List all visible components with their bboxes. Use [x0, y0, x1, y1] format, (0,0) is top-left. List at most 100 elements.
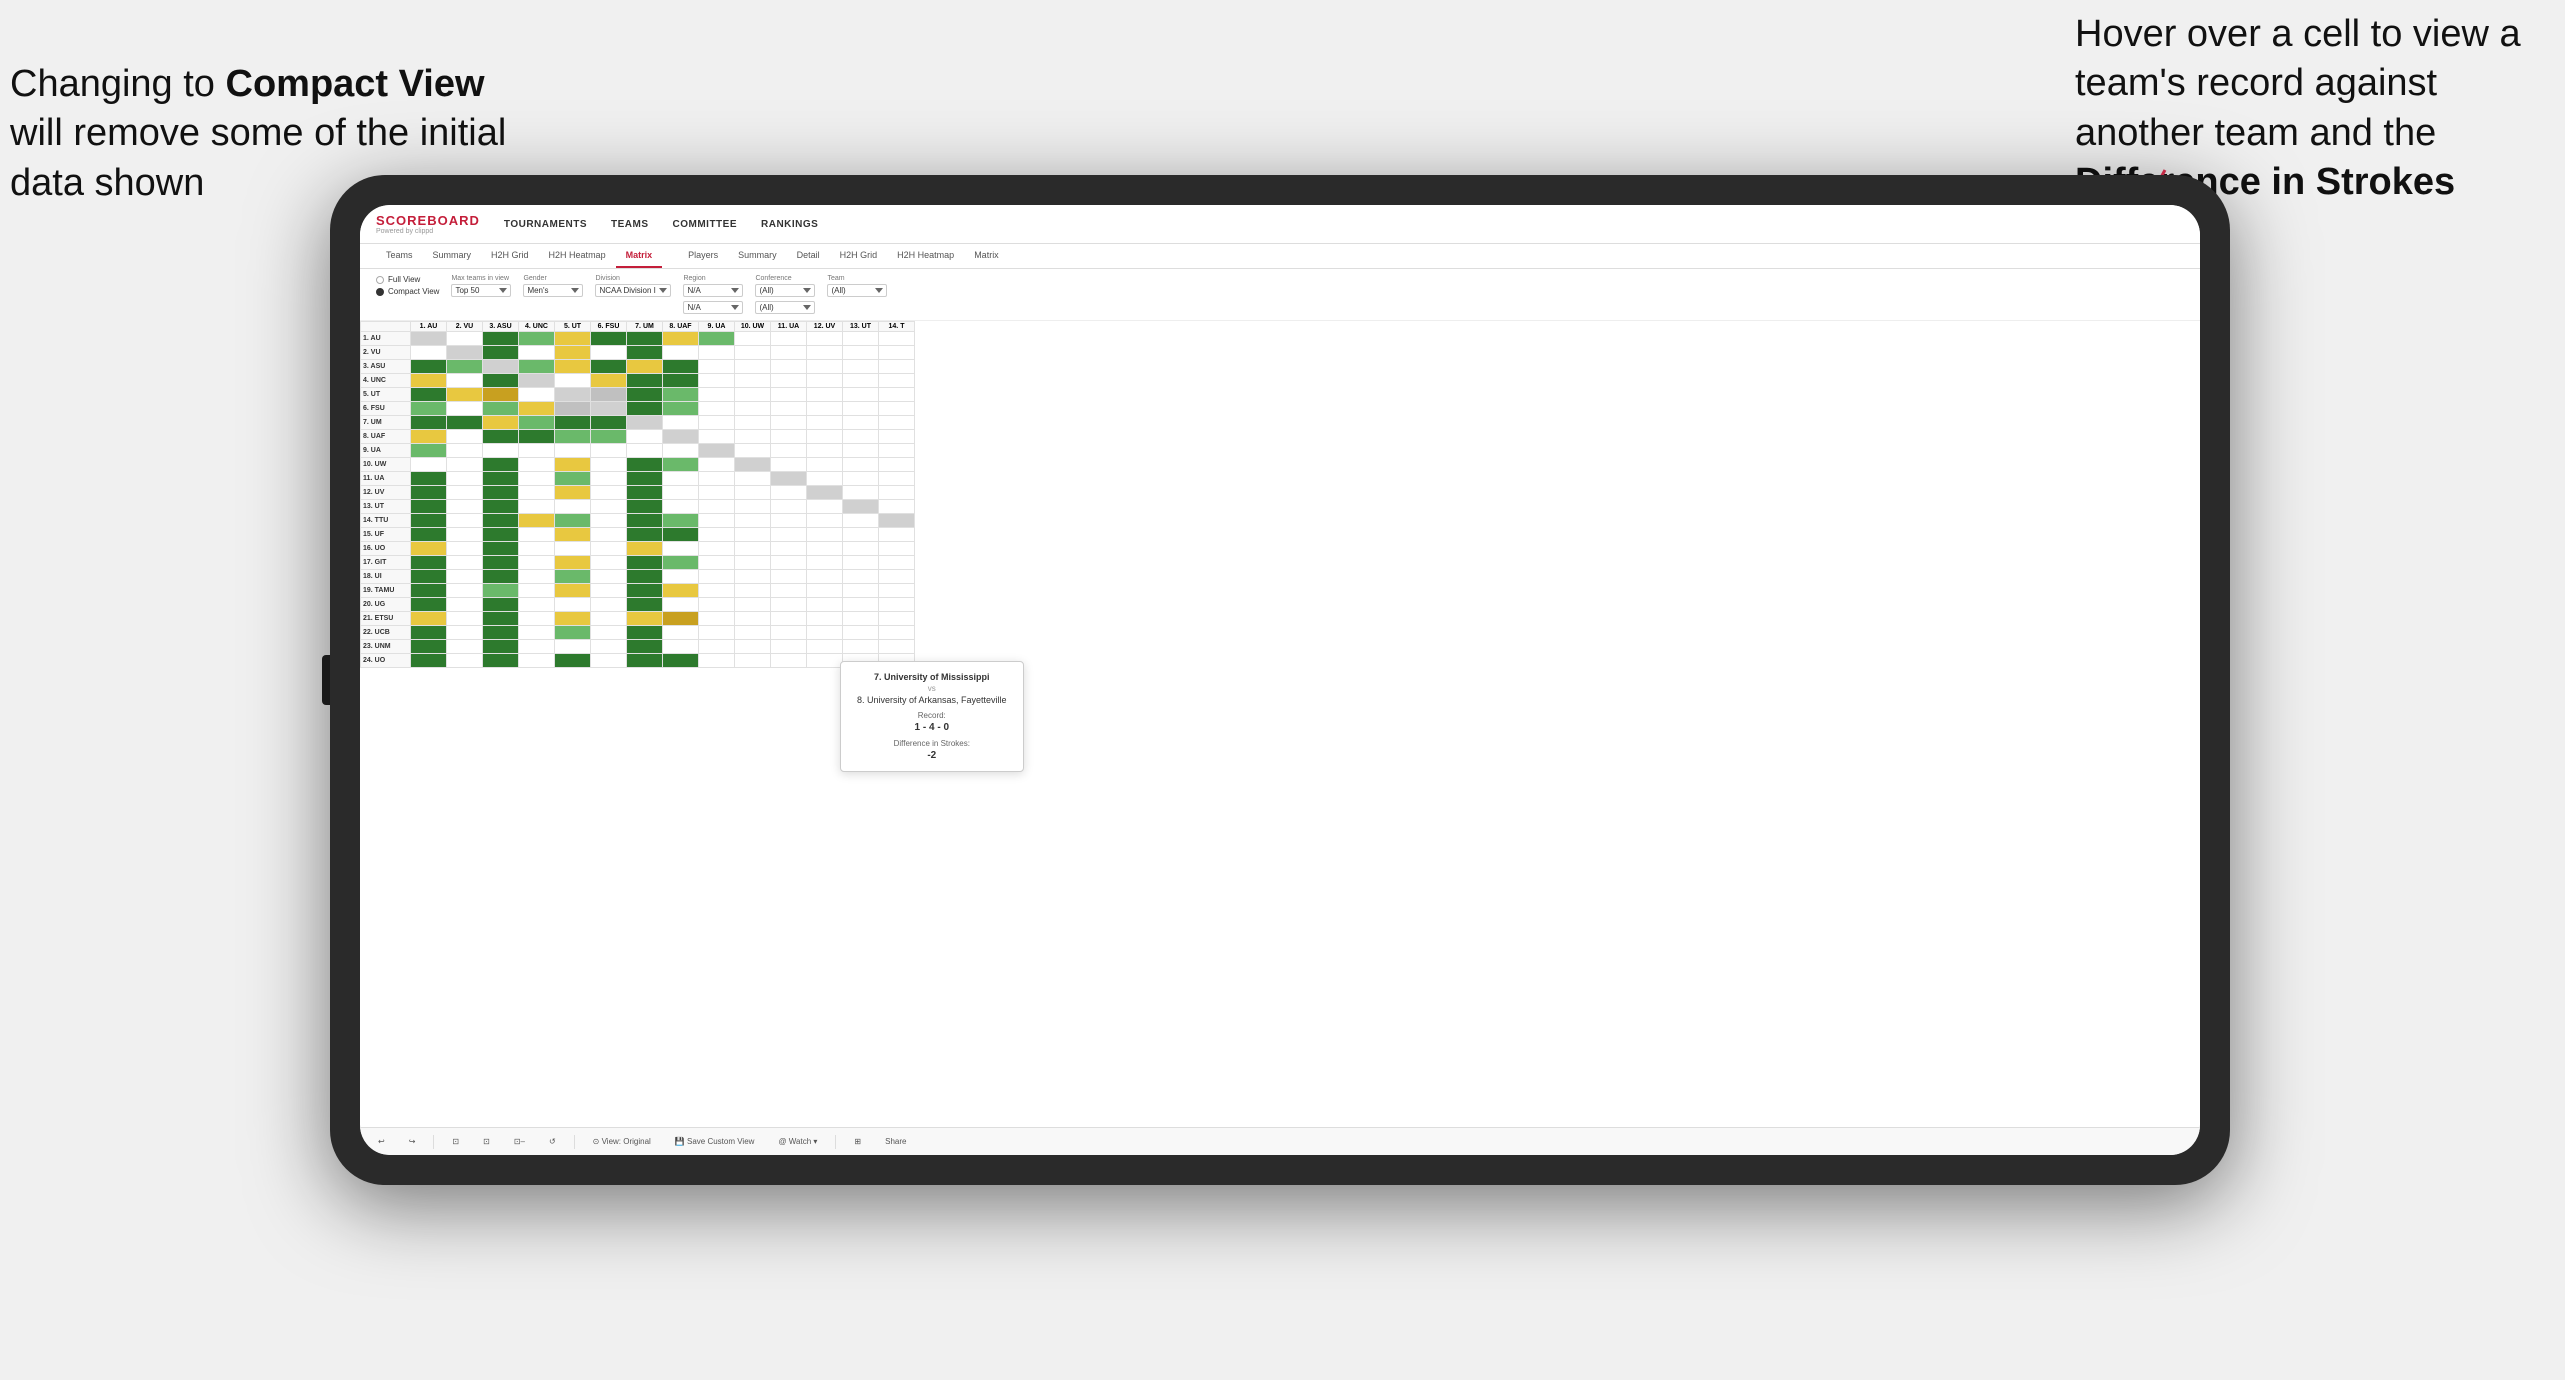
matrix-cell[interactable]: [519, 430, 555, 444]
matrix-cell[interactable]: [771, 430, 807, 444]
matrix-cell[interactable]: [879, 500, 915, 514]
matrix-cell[interactable]: [843, 402, 879, 416]
matrix-cell[interactable]: [663, 640, 699, 654]
save-custom-button[interactable]: 💾 Save Custom View: [669, 1135, 761, 1148]
matrix-cell[interactable]: [807, 346, 843, 360]
matrix-cell[interactable]: [735, 346, 771, 360]
matrix-cell[interactable]: [663, 486, 699, 500]
matrix-cell[interactable]: [591, 542, 627, 556]
matrix-cell[interactable]: [627, 402, 663, 416]
matrix-cell[interactable]: [807, 528, 843, 542]
matrix-cell[interactable]: [627, 458, 663, 472]
matrix-cell[interactable]: [519, 444, 555, 458]
matrix-cell[interactable]: [843, 360, 879, 374]
tab-h2h-heatmap[interactable]: H2H Heatmap: [539, 244, 616, 268]
matrix-cell[interactable]: [771, 584, 807, 598]
matrix-cell[interactable]: [591, 514, 627, 528]
matrix-cell[interactable]: [591, 346, 627, 360]
matrix-cell[interactable]: [843, 612, 879, 626]
matrix-cell[interactable]: [843, 486, 879, 500]
matrix-cell[interactable]: [807, 332, 843, 346]
matrix-cell[interactable]: [735, 444, 771, 458]
view-original-button[interactable]: ⊙ View: Original: [587, 1135, 657, 1148]
matrix-cell[interactable]: [555, 388, 591, 402]
matrix-cell[interactable]: [807, 514, 843, 528]
matrix-cell[interactable]: [591, 626, 627, 640]
matrix-cell[interactable]: [447, 388, 483, 402]
matrix-cell[interactable]: [483, 626, 519, 640]
matrix-cell[interactable]: [699, 570, 735, 584]
compact-view-radio[interactable]: [376, 288, 384, 296]
matrix-cell[interactable]: [519, 528, 555, 542]
matrix-cell[interactable]: [771, 402, 807, 416]
matrix-cell[interactable]: [483, 654, 519, 668]
matrix-cell[interactable]: [879, 598, 915, 612]
matrix-cell[interactable]: [519, 570, 555, 584]
matrix-cell[interactable]: [627, 374, 663, 388]
matrix-cell[interactable]: [627, 332, 663, 346]
matrix-cell[interactable]: [699, 346, 735, 360]
matrix-cell[interactable]: [411, 584, 447, 598]
matrix-cell[interactable]: [447, 584, 483, 598]
matrix-cell[interactable]: [879, 472, 915, 486]
matrix-cell[interactable]: [555, 360, 591, 374]
matrix-cell[interactable]: [483, 332, 519, 346]
matrix-cell[interactable]: [483, 360, 519, 374]
matrix-cell[interactable]: [735, 402, 771, 416]
matrix-cell[interactable]: [663, 360, 699, 374]
matrix-cell[interactable]: [807, 556, 843, 570]
matrix-cell[interactable]: [591, 584, 627, 598]
conference-select-2[interactable]: (All): [755, 301, 815, 314]
matrix-cell[interactable]: [411, 598, 447, 612]
gender-select[interactable]: Men's: [523, 284, 583, 297]
matrix-cell[interactable]: [807, 388, 843, 402]
matrix-cell[interactable]: [555, 500, 591, 514]
matrix-cell[interactable]: [843, 500, 879, 514]
matrix-cell[interactable]: [411, 626, 447, 640]
matrix-cell[interactable]: [735, 626, 771, 640]
matrix-cell[interactable]: [447, 528, 483, 542]
matrix-cell[interactable]: [699, 626, 735, 640]
matrix-cell[interactable]: [591, 598, 627, 612]
matrix-cell[interactable]: [519, 654, 555, 668]
matrix-cell[interactable]: [411, 570, 447, 584]
matrix-cell[interactable]: [807, 640, 843, 654]
matrix-cell[interactable]: [879, 640, 915, 654]
matrix-cell[interactable]: [483, 374, 519, 388]
matrix-cell[interactable]: [771, 612, 807, 626]
matrix-cell[interactable]: [699, 654, 735, 668]
matrix-cell[interactable]: [411, 458, 447, 472]
matrix-cell[interactable]: [411, 514, 447, 528]
matrix-cell[interactable]: [483, 542, 519, 556]
tab-matrix[interactable]: Matrix: [616, 244, 663, 268]
matrix-cell[interactable]: [663, 598, 699, 612]
matrix-cell[interactable]: [807, 542, 843, 556]
matrix-cell[interactable]: [519, 374, 555, 388]
full-view-radio[interactable]: [376, 276, 384, 284]
matrix-cell[interactable]: [699, 640, 735, 654]
matrix-cell[interactable]: [663, 472, 699, 486]
matrix-cell[interactable]: [735, 430, 771, 444]
matrix-cell[interactable]: [699, 514, 735, 528]
matrix-cell[interactable]: [807, 626, 843, 640]
matrix-cell[interactable]: [663, 444, 699, 458]
matrix-cell[interactable]: [591, 444, 627, 458]
matrix-cell[interactable]: [411, 612, 447, 626]
matrix-cell[interactable]: [699, 430, 735, 444]
matrix-cell[interactable]: [771, 556, 807, 570]
matrix-cell[interactable]: [699, 402, 735, 416]
matrix-cell[interactable]: [411, 444, 447, 458]
matrix-cell[interactable]: [879, 486, 915, 500]
matrix-cell[interactable]: [807, 430, 843, 444]
matrix-cell[interactable]: [699, 332, 735, 346]
matrix-cell[interactable]: [555, 444, 591, 458]
matrix-cell[interactable]: [771, 500, 807, 514]
matrix-cell[interactable]: [447, 332, 483, 346]
matrix-cell[interactable]: [519, 486, 555, 500]
matrix-cell[interactable]: [879, 458, 915, 472]
matrix-cell[interactable]: [879, 402, 915, 416]
matrix-cell[interactable]: [411, 374, 447, 388]
matrix-cell[interactable]: [483, 402, 519, 416]
matrix-cell[interactable]: [555, 556, 591, 570]
matrix-cell[interactable]: [879, 584, 915, 598]
